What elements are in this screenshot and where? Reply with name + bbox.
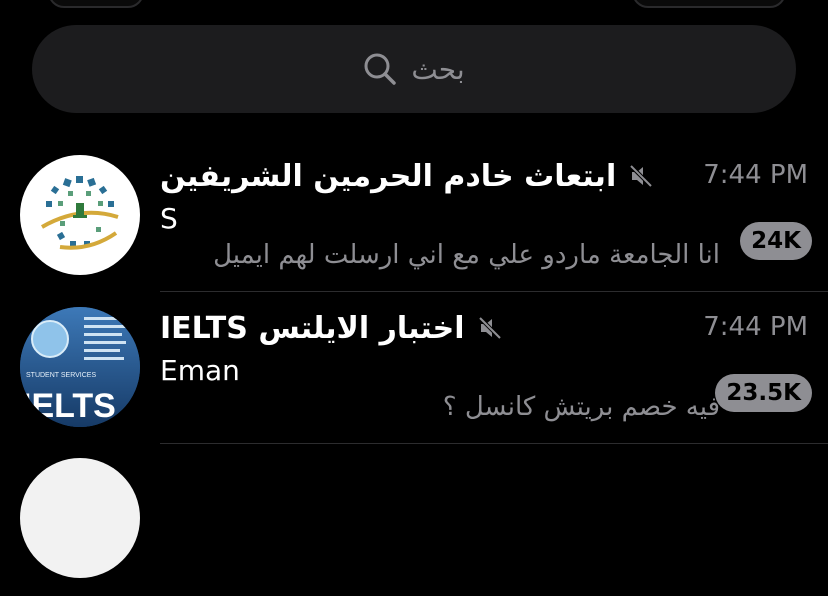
chat-row[interactable]: ابتعاث خادم الحرمين الشريفين 7:44 PM S ا… [0, 140, 828, 292]
svg-text:IELTS: IELTS [22, 387, 116, 425]
mute-icon [477, 315, 503, 341]
top-pill-left[interactable] [48, 0, 144, 8]
unread-badge: 23.5K [715, 374, 812, 412]
chat-title-line: ابتعاث خادم الحرمين الشريفين [160, 156, 654, 196]
chat-title-line: اختبار الايلتس IELTS [160, 308, 503, 348]
mute-icon [628, 163, 654, 189]
ielts-avatar-image: STUDENT SERVICES IELTS [20, 307, 140, 427]
chat-time: 7:44 PM [703, 312, 808, 342]
top-pill-right[interactable] [632, 0, 786, 8]
search-icon [363, 52, 397, 86]
chat-title: اختبار الايلتس IELTS [160, 310, 465, 346]
chat-preview: فيه خصم بريتش كانسل ؟ [442, 392, 720, 422]
search-bar[interactable]: بحث [32, 25, 796, 113]
search-placeholder: بحث [411, 52, 465, 86]
unread-badge: 24K [740, 222, 812, 260]
logo-avatar-image [40, 176, 119, 250]
chat-row[interactable] [0, 444, 828, 596]
chat-avatar [20, 155, 140, 275]
chat-title: ابتعاث خادم الحرمين الشريفين [160, 158, 617, 194]
chat-row[interactable]: STUDENT SERVICES IELTS اختبار الايلتس IE… [0, 292, 828, 444]
chat-time: 7:44 PM [703, 160, 808, 190]
chat-preview: انا الجامعة ماردو علي مع اني ارسلت لهم ا… [213, 240, 720, 270]
chat-avatar [20, 458, 140, 578]
chat-sender: Eman [160, 354, 240, 387]
chat-avatar: STUDENT SERVICES IELTS [20, 307, 140, 427]
svg-text:STUDENT SERVICES: STUDENT SERVICES [26, 372, 96, 379]
chat-sender: S [160, 202, 178, 235]
